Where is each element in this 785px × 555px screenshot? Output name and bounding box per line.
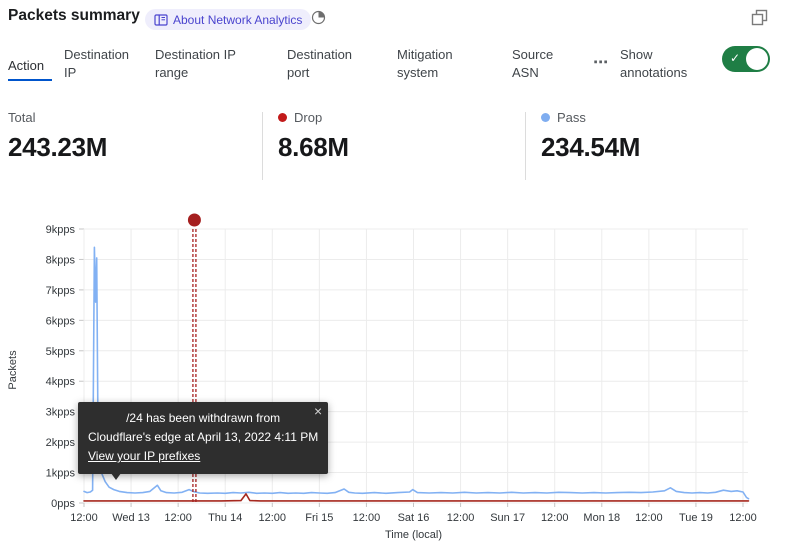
- packets-time-series-chart[interactable]: 0pps 1kpps 2kpps 3kpps 4kpps 5kpps 6kpps 7kpps 8…: [0, 210, 785, 555]
- x-tick-label: 12:00: [259, 512, 287, 524]
- y-tick-label: 9kpps: [46, 224, 76, 236]
- x-axis-title: Time (local): [385, 529, 442, 541]
- x-tick-label: Sat 16: [398, 512, 430, 524]
- x-tick-label: Fri 15: [305, 512, 333, 524]
- sampling-pie-icon[interactable]: [311, 10, 326, 25]
- close-icon[interactable]: ×: [314, 403, 322, 419]
- stat-total: Total 243.23M: [8, 108, 107, 163]
- checkmark-icon: ✓: [730, 51, 740, 65]
- y-tick-label: 2kpps: [46, 437, 76, 449]
- show-annotations-toggle[interactable]: ✓: [722, 46, 770, 72]
- drop-legend-dot-icon: [278, 113, 287, 122]
- about-badge-label: About Network Analytics: [173, 13, 302, 27]
- stat-drop: Drop 8.68M: [278, 108, 349, 163]
- annotation-marker[interactable]: [188, 214, 201, 227]
- y-tick-label: 0pps: [51, 498, 75, 510]
- y-tick-label: 7kpps: [46, 285, 76, 297]
- y-tick-label: 8kpps: [46, 254, 76, 266]
- y-tick-label: 5kpps: [46, 346, 76, 358]
- x-tick-label: 12:00: [541, 512, 569, 524]
- x-tick-label: 12:00: [635, 512, 663, 524]
- annotation-tooltip: × /24 has been withdrawn from Cloudflare…: [78, 402, 328, 474]
- y-tick-label: 4kpps: [46, 376, 76, 388]
- tab-destination-port[interactable]: Destination port: [287, 46, 371, 82]
- y-tick-label: 3kpps: [46, 407, 76, 419]
- x-tick-label: Thu 14: [208, 512, 242, 524]
- tooltip-line2: Cloudflare's edge at April 13, 2022 4:11…: [88, 428, 318, 447]
- stat-total-value: 243.23M: [8, 132, 107, 163]
- ellipsis-icon: ⋯: [593, 54, 609, 71]
- tooltip-line1: /24 has been withdrawn from: [88, 409, 318, 428]
- tab-destination-ip-range[interactable]: Destination IP range: [155, 46, 255, 82]
- stat-divider: [262, 112, 263, 180]
- book-icon: [154, 14, 168, 26]
- x-tick-label: 12:00: [729, 512, 757, 524]
- tooltip-pointer: [108, 469, 124, 480]
- stat-drop-value: 8.68M: [278, 132, 349, 163]
- x-tick-label: 12:00: [353, 512, 381, 524]
- packets-summary-panel: Packets summary About Network Analytics …: [0, 0, 785, 555]
- stat-total-label: Total: [8, 110, 35, 125]
- stat-drop-label: Drop: [294, 110, 322, 125]
- toggle-knob: [746, 48, 768, 70]
- y-tick-label: 6kpps: [46, 315, 76, 327]
- x-tick-label: Tue 19: [679, 512, 713, 524]
- stat-pass-value: 234.54M: [541, 132, 640, 163]
- pass-legend-dot-icon: [541, 113, 550, 122]
- x-tick-label: 12:00: [447, 512, 475, 524]
- view-ip-prefixes-link[interactable]: View your IP prefixes: [88, 449, 200, 463]
- more-tabs-button[interactable]: ⋯: [593, 53, 609, 71]
- show-annotations-label: Show annotations: [620, 46, 706, 82]
- stat-pass: Pass 234.54M: [541, 108, 640, 163]
- tab-source-asn[interactable]: Source ASN: [512, 46, 572, 82]
- x-tick-label: Wed 13: [112, 512, 150, 524]
- x-tick-label: 12:00: [70, 512, 98, 524]
- stat-divider: [525, 112, 526, 180]
- tab-action[interactable]: Action: [8, 57, 52, 81]
- x-tick-label: Sun 17: [490, 512, 525, 524]
- stat-pass-label: Pass: [557, 110, 586, 125]
- x-tick-label: 12:00: [164, 512, 192, 524]
- expand-restore-icon[interactable]: [751, 9, 768, 26]
- about-network-analytics-badge[interactable]: About Network Analytics: [145, 9, 311, 30]
- page-title: Packets summary: [8, 7, 140, 25]
- y-axis-title: Packets: [7, 350, 19, 390]
- tab-mitigation-system[interactable]: Mitigation system: [397, 46, 477, 82]
- y-tick-label: 1kpps: [46, 468, 76, 480]
- x-tick-label: Mon 18: [583, 512, 620, 524]
- tab-destination-ip[interactable]: Destination IP: [64, 46, 140, 82]
